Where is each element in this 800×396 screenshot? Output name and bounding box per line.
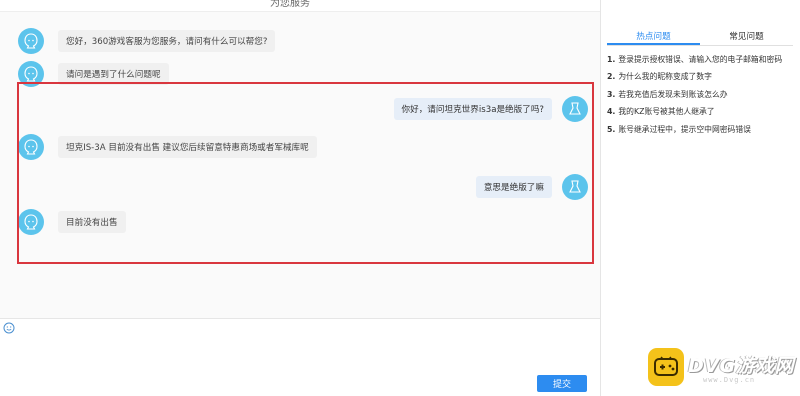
tab-hot-questions[interactable]: 热点问题: [607, 28, 700, 45]
message-input-area[interactable]: 提交: [0, 318, 600, 396]
faq-item[interactable]: 2. 为什么我的昵称变成了数字: [607, 71, 782, 88]
chat-header: 为您服务: [0, 0, 600, 12]
agent-message: 您好，360游戏客服为您服务，请问有什么可以帮您?: [18, 28, 276, 54]
gamepad-icon: [648, 348, 684, 386]
watermark-logo: DVG游戏网 www.Dvg.cn: [648, 348, 798, 392]
watermark-url: www.Dvg.cn: [703, 376, 756, 384]
highlight-annotation: [17, 82, 594, 264]
tab-common-questions[interactable]: 常见问题: [700, 28, 793, 45]
submit-button[interactable]: 提交: [537, 375, 587, 392]
message-bubble: 您好，360游戏客服为您服务，请问有什么可以帮您?: [58, 30, 276, 52]
faq-tabs: 热点问题 常见问题: [607, 28, 793, 46]
header-title: 为您服务: [270, 0, 310, 9]
agent-avatar-icon: [18, 28, 44, 54]
faq-item[interactable]: 4. 我的KZ账号被其他人继承了: [607, 106, 782, 123]
faq-panel: 热点问题 常见问题 1. 登录提示授权错误、请输入您的电子邮箱和密码 2. 为什么我…: [601, 0, 800, 396]
faq-item[interactable]: 1. 登录提示授权错误、请输入您的电子邮箱和密码: [607, 54, 782, 71]
faq-list: 1. 登录提示授权错误、请输入您的电子邮箱和密码 2. 为什么我的昵称变成了数字 3…: [607, 54, 782, 141]
faq-item[interactable]: 5. 账号继承过程中，提示空中网密码错误: [607, 124, 782, 141]
watermark-brand: DVG游戏网: [688, 355, 795, 377]
emoji-icon[interactable]: [3, 322, 15, 334]
faq-item[interactable]: 3. 若我充值后发现未到账该怎么办: [607, 89, 782, 106]
